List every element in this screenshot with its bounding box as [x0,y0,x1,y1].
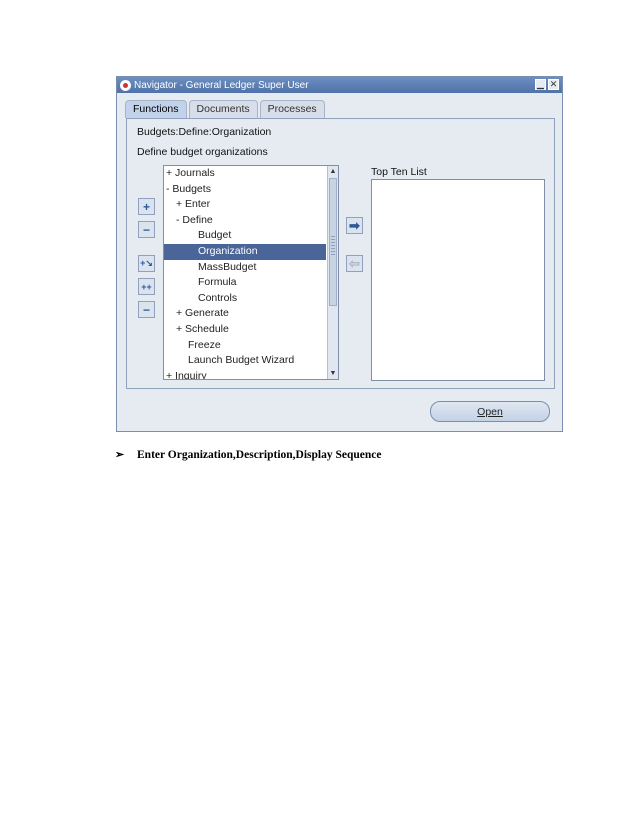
tree-node[interactable]: + Schedule [164,322,326,338]
window-title: Navigator - General Ledger Super User [134,79,309,91]
scroll-thumb[interactable] [329,178,337,306]
top-ten-list[interactable] [371,179,545,381]
minimize-button[interactable]: ▁ [535,79,546,90]
tab-bar: Functions Documents Processes [125,100,325,118]
tab-documents[interactable]: Documents [188,100,258,118]
tree-node[interactable]: MassBudget [164,260,326,276]
tree-node[interactable]: + Enter [164,197,326,213]
add-to-top-ten-button[interactable]: ➡ [346,217,363,234]
functions-panel: Budgets:Define:Organization Define budge… [126,118,555,389]
tree-node[interactable]: + Generate [164,306,326,322]
navigator-window: Navigator - General Ledger Super User ▁ … [116,76,563,432]
tree-node[interactable]: Formula [164,275,326,291]
scroll-down-arrow-icon[interactable]: ▼ [328,368,338,379]
tab-processes[interactable]: Processes [259,100,325,118]
tree-node[interactable]: Budget [164,228,326,244]
oracle-app-icon [120,79,131,91]
tree-node[interactable]: + Journals [164,166,326,182]
collapse-all-button[interactable]: − [138,301,155,318]
function-description: Define budget organizations [137,146,268,158]
tree-node[interactable]: - Define [164,213,326,229]
tree-node[interactable]: + Inquiry [164,369,326,379]
tree-scrollbar[interactable]: ▲ ▼ [327,166,338,379]
tree-node[interactable]: Organization [164,243,326,260]
scroll-up-arrow-icon[interactable]: ▲ [328,166,338,177]
bullet-arrow-icon: ➢ [115,449,125,461]
top-ten-label: Top Ten List [371,166,427,178]
tree-node[interactable]: Controls [164,291,326,307]
open-button-label: Open [477,406,503,418]
close-button[interactable]: ✕ [548,79,559,90]
tab-functions[interactable]: Functions [125,100,187,118]
function-tree[interactable]: + Journals - Budgets + Enter - Define Budget… [163,165,339,380]
breadcrumb: Budgets:Define:Organization [137,126,272,138]
collapse-button[interactable]: − [138,221,155,238]
title-bar[interactable]: Navigator - General Ledger Super User ▁ … [117,77,562,93]
open-button[interactable]: Open [430,401,550,422]
expand-button[interactable]: + [138,198,155,215]
expand-branch-button[interactable]: ++ [138,278,155,295]
expand-all-button[interactable]: +↘ [138,255,155,272]
tree-node[interactable]: Launch Budget Wizard [164,353,326,369]
tree-node[interactable]: - Budgets [164,182,326,198]
remove-from-top-ten-button[interactable]: ⇦ [346,255,363,272]
tree-node[interactable]: Freeze [164,338,326,354]
instruction-text: Enter Organization,Description,Display S… [137,448,382,461]
instruction-line: ➢ Enter Organization,Description,Display… [115,448,382,462]
